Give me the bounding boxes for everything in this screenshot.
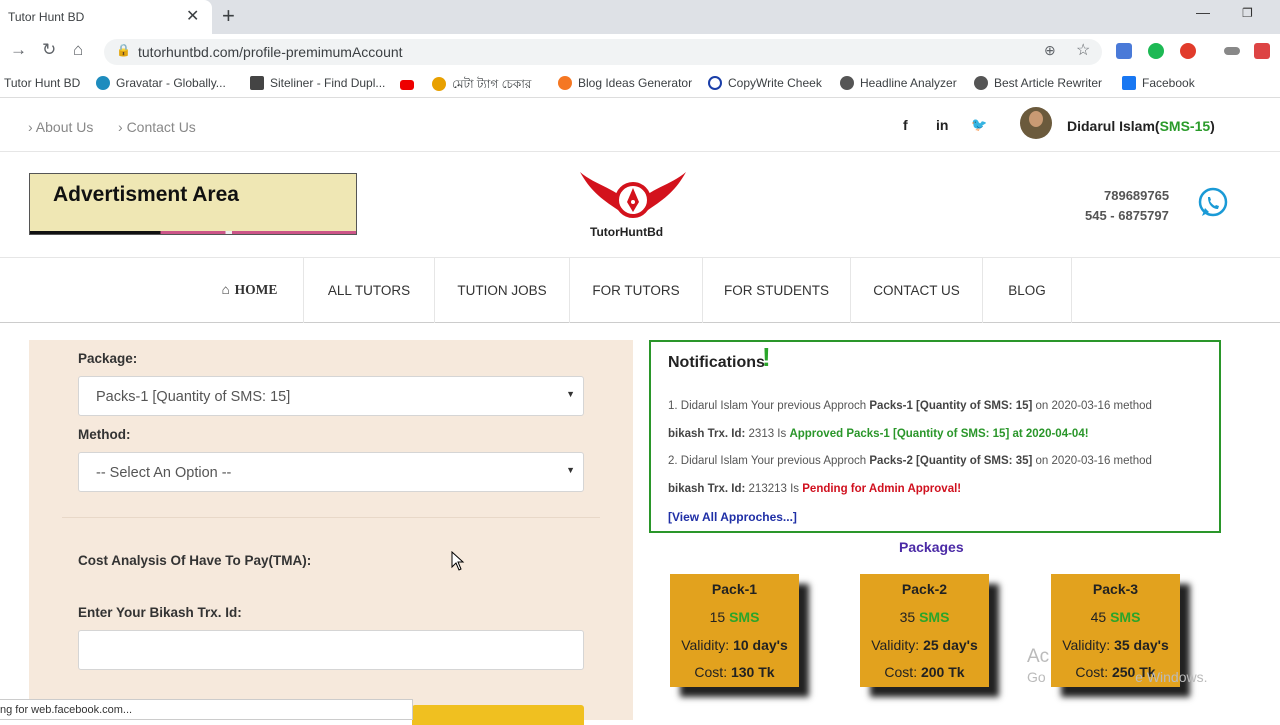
lock-icon[interactable]: 🔒 (116, 43, 131, 57)
trx-id-input[interactable] (78, 630, 584, 670)
twitter-icon[interactable]: 🐦 (971, 117, 987, 133)
pending-status: Pending for Admin Approval! (802, 483, 962, 495)
windows-activation-watermark: Go e Windows. (1027, 669, 1208, 685)
bookmark-star-icon[interactable]: ☆ (1076, 40, 1090, 60)
package-card[interactable]: Pack-1 15 SMS Validity: 10 day's Cost: 1… (670, 574, 799, 687)
phone-number: 545 - 6875797 (1085, 208, 1169, 223)
approved-status: Approved Packs-1 [Quantity of SMS: 15] a… (789, 428, 1089, 440)
method-label: Method: (78, 427, 131, 442)
bookmark-item[interactable]: Siteliner - Find Dupl... (250, 76, 385, 90)
siteliner-icon (250, 76, 264, 90)
copywrite-icon (708, 76, 722, 90)
hubspot-icon (558, 76, 572, 90)
youtube-icon (400, 80, 414, 90)
bookmark-item[interactable]: Gravatar - Globally... (96, 76, 226, 90)
package-select-value: Packs-1 [Quantity of SMS: 15] (96, 389, 291, 405)
method-select-value: -- Select An Option -- (96, 465, 232, 481)
nav-tution-jobs[interactable]: TUTION JOBS (435, 257, 570, 323)
url-text[interactable]: tutorhuntbd.com/profile-premimumAccount (138, 44, 403, 60)
nav-blog[interactable]: BLOG (983, 257, 1072, 323)
nav-for-students[interactable]: FOR STUDENTS (703, 257, 851, 323)
about-us-link[interactable]: › About Us (28, 119, 93, 135)
package-select[interactable]: Packs-1 [Quantity of SMS: 15] ▼ (78, 376, 584, 416)
submit-button[interactable] (412, 705, 584, 725)
packages-heading: Packages (899, 539, 964, 555)
nav-home[interactable]: ⌂ HOME (196, 257, 304, 323)
minimize-icon[interactable]: — (1196, 4, 1210, 20)
notification-exclamation: ! (762, 342, 771, 372)
whatsapp-icon[interactable] (1197, 187, 1229, 219)
tab-title: Tutor Hunt BD (8, 10, 85, 24)
bookmark-item[interactable]: মেটা ট্যাগ চেকার (432, 76, 531, 96)
notification-line: 2. Didarul Islam Your previous Approch P… (668, 455, 1152, 467)
gravatar-icon (96, 76, 110, 90)
mouse-cursor-icon (451, 551, 465, 571)
dropdown-arrow-icon: ▼ (566, 465, 575, 475)
home-icon[interactable]: ⌂ (73, 40, 83, 60)
browser-status-bubble: ng for web.facebook.com... (0, 699, 413, 720)
globe-icon (974, 76, 988, 90)
avatar[interactable] (1020, 107, 1052, 139)
dropdown-arrow-icon: ▼ (566, 389, 575, 399)
zoom-icon[interactable]: ⊕ (1044, 42, 1056, 59)
windows-activation-watermark: Ac (1027, 646, 1050, 667)
new-tab-icon[interactable]: + (222, 3, 235, 29)
star-extension-icon[interactable] (1180, 43, 1196, 59)
form-divider (62, 517, 600, 518)
nav-all-tutors[interactable]: ALL TUTORS (304, 257, 435, 323)
method-select[interactable]: -- Select An Option -- ▼ (78, 452, 584, 492)
bookmark-item[interactable]: Blog Ideas Generator (558, 76, 692, 90)
package-label: Package: (78, 351, 138, 366)
profile-extension-icon[interactable] (1254, 43, 1270, 59)
close-tab-icon[interactable]: ✕ (186, 6, 199, 26)
ad-stripe (30, 231, 356, 234)
logo-text: TutorHuntBd (590, 225, 664, 239)
bookmark-item[interactable]: Best Article Rewriter (974, 76, 1102, 90)
nav-contact-us[interactable]: CONTACT US (851, 257, 983, 323)
restore-icon[interactable]: ❐ (1242, 6, 1253, 20)
nav-for-tutors[interactable]: FOR TUTORS (570, 257, 703, 323)
bookmark-item[interactable]: Tutor Hunt BD (4, 76, 80, 90)
home-icon: ⌂ (221, 282, 230, 297)
notification-line: 1. Didarul Islam Your previous Approch P… (668, 400, 1152, 412)
notifications-title: Notifications (668, 354, 765, 371)
camera-extension-icon[interactable] (1116, 43, 1132, 59)
bookmark-item[interactable]: Headline Analyzer (840, 76, 957, 90)
user-name[interactable]: Didarul Islam(SMS-15) (1067, 118, 1215, 134)
forward-icon[interactable]: → (10, 40, 27, 60)
grammarly-extension-icon[interactable] (1148, 43, 1164, 59)
package-card[interactable]: Pack-2 35 SMS Validity: 25 day's Cost: 2… (860, 574, 989, 687)
phone-number: 789689765 (1104, 188, 1170, 203)
notification-line: bikash Trx. Id: 213213 Is Pending for Ad… (668, 483, 962, 495)
facebook-icon[interactable]: f (903, 117, 908, 133)
cost-analysis-label: Cost Analysis Of Have To Pay(TMA): (78, 553, 312, 568)
meta-tag-icon (432, 77, 446, 91)
linkedin-icon[interactable]: in (936, 117, 948, 133)
contact-us-link[interactable]: › Contact Us (118, 119, 196, 135)
globe-icon (840, 76, 854, 90)
ad-title: Advertisment Area (53, 183, 239, 206)
advertisement-area[interactable]: Advertisment Area (29, 173, 357, 235)
key-icon[interactable] (1224, 47, 1240, 55)
bookmark-item[interactable]: Facebook (1122, 76, 1195, 90)
facebook-icon (1122, 76, 1136, 90)
view-all-approaches-link[interactable]: [View All Approches...] (668, 510, 797, 524)
browser-tab[interactable]: Tutor Hunt BD ✕ (0, 0, 212, 34)
reload-icon[interactable]: ↻ (42, 40, 56, 60)
trx-id-label: Enter Your Bikash Trx. Id: (78, 605, 242, 620)
bookmark-item[interactable] (400, 76, 420, 90)
bookmark-item[interactable]: CopyWrite Cheek (708, 76, 822, 90)
notification-line: bikash Trx. Id: 2313 Is Approved Packs-1… (668, 428, 1089, 440)
